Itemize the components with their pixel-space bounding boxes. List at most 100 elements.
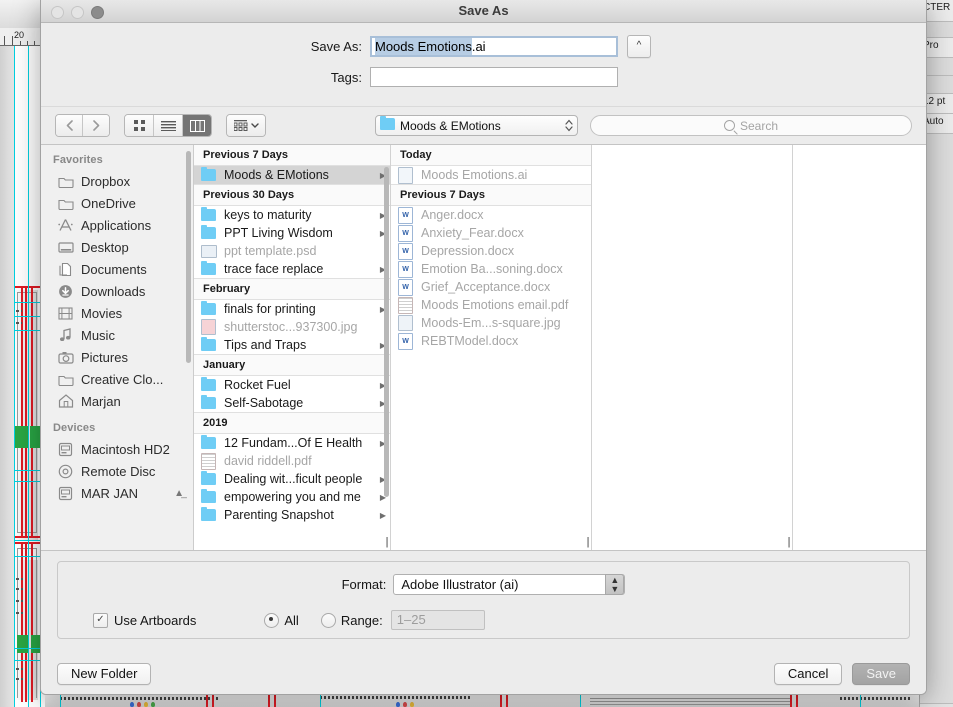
sidebar-item-music[interactable]: Music	[41, 324, 193, 346]
list-item[interactable]: 12 Fundam...Of E Health ▶	[194, 434, 390, 452]
sidebar-item-desktop[interactable]: Desktop	[41, 236, 193, 258]
sidebar-scrollbar[interactable]	[186, 151, 191, 363]
hard-drive-icon	[57, 485, 74, 501]
list-item[interactable]: W Depression.docx	[391, 242, 591, 260]
column-group-header: Previous 30 Days	[194, 184, 390, 206]
list-item[interactable]: W Anger.docx	[391, 206, 591, 224]
sidebar-item-movies[interactable]: Movies	[41, 302, 193, 324]
eject-icon[interactable]: ▲̲	[174, 488, 184, 499]
list-item[interactable]: W REBTModel.docx	[391, 332, 591, 350]
arrange-items-icon	[233, 120, 247, 131]
list-item[interactable]: ppt template.psd	[194, 242, 390, 260]
use-artboards-checkbox[interactable]: ✓ Use Artboards	[93, 612, 196, 628]
sidebar-item-downloads[interactable]: Downloads	[41, 280, 193, 302]
column-resize-handle[interactable]: ||	[787, 536, 790, 548]
icon-view-icon	[133, 120, 145, 131]
chevron-down-icon	[250, 123, 259, 128]
sidebar-item-pictures[interactable]: Pictures	[41, 346, 193, 368]
item-name: Moods Emotions.ai	[421, 168, 528, 182]
artwork-text	[16, 600, 23, 602]
format-popup-button[interactable]: Adobe Illustrator (ai) ▲ ▼	[393, 574, 626, 595]
artwork-green-block	[14, 426, 28, 448]
tags-input[interactable]	[370, 67, 618, 87]
cancel-button[interactable]: Cancel	[773, 663, 843, 685]
sidebar-item-label: Music	[81, 327, 115, 343]
item-name: Moods-Em...s-square.jpg	[421, 316, 561, 330]
sidebar-item-mar-jan[interactable]: MAR JAN ▲̲	[41, 482, 193, 504]
icon-view-button[interactable]	[125, 115, 154, 136]
list-item[interactable]: Moods Emotions email.pdf	[391, 296, 591, 314]
list-item[interactable]: W Anxiety_Fear.docx	[391, 224, 591, 242]
sidebar-item-marjan[interactable]: Marjan	[41, 390, 193, 412]
item-name: keys to maturity	[224, 208, 312, 222]
list-item[interactable]: Moods Emotions.ai	[391, 166, 591, 184]
sidebar-item-remote-disc[interactable]: Remote Disc	[41, 460, 193, 482]
column-resize-handle[interactable]: ||	[586, 536, 589, 548]
list-item[interactable]: Dealing wit...ficult people ▶	[194, 470, 390, 488]
sidebar-item-creative-cloud[interactable]: Creative Clo...	[41, 368, 193, 390]
list-item[interactable]: W Emotion Ba...soning.docx	[391, 260, 591, 278]
folder-icon	[201, 336, 219, 351]
filename-input[interactable]: Moods Emotions .ai	[370, 36, 618, 57]
sidebar-item-label: Remote Disc	[81, 463, 156, 479]
forward-button[interactable]	[83, 115, 109, 136]
save-as-dialog: Save As Save As: Moods Emotions .ai ^ Tag…	[40, 0, 927, 695]
pictures-icon	[57, 349, 74, 365]
range-radio[interactable]: Range:	[320, 612, 383, 628]
column-group-header: Today	[391, 145, 591, 166]
column-resize-handle[interactable]: ||	[385, 536, 388, 548]
list-item[interactable]: david riddell.pdf	[194, 452, 390, 470]
item-name: empowering you and me	[224, 490, 361, 504]
list-item[interactable]: Rocket Fuel ▶	[194, 376, 390, 394]
pdf-file-icon	[201, 452, 219, 470]
folder-icon	[380, 115, 395, 133]
sidebar-item-macintosh-hd2[interactable]: Macintosh HD2	[41, 438, 193, 460]
sidebar-item-documents[interactable]: Documents	[41, 258, 193, 280]
list-item[interactable]: finals for printing ▶	[194, 300, 390, 318]
folder-icon	[201, 206, 219, 221]
list-item[interactable]: trace face replace ▶	[194, 260, 390, 278]
list-item[interactable]: Self-Sabotage ▶	[194, 394, 390, 412]
list-view-button[interactable]	[154, 115, 183, 136]
artwork-text	[16, 310, 22, 312]
list-item[interactable]: Tips and Traps ▶	[194, 336, 390, 354]
sidebar-item-label: Downloads	[81, 283, 146, 299]
arrange-button[interactable]	[227, 115, 265, 136]
save-button[interactable]: Save	[852, 663, 910, 685]
sidebar-item-label: Macintosh HD2	[81, 441, 170, 457]
chevron-right-icon	[92, 120, 99, 131]
range-input[interactable]: 1–25	[390, 610, 485, 630]
disclosure-triangle-button[interactable]: ^	[627, 35, 651, 58]
list-item[interactable]: shutterstoc...937300.jpg	[194, 318, 390, 336]
navigation-buttons	[55, 114, 110, 137]
back-button[interactable]	[56, 115, 83, 136]
path-popup-button[interactable]: Moods & EMotions	[375, 115, 578, 136]
search-field[interactable]: Search	[590, 115, 912, 136]
sidebar-item-applications[interactable]: Applications	[41, 214, 193, 236]
all-radio[interactable]: All	[264, 612, 299, 628]
column-view-button[interactable]	[183, 115, 211, 136]
list-item[interactable]: PPT Living Wisdom ▶	[194, 224, 390, 242]
sidebar-item-label: Marjan	[81, 393, 121, 409]
zoom-button[interactable]	[91, 6, 104, 19]
list-item[interactable]: Parenting Snapshot ▶	[194, 506, 390, 524]
dialog-footer: New Folder Cancel Save	[41, 649, 926, 694]
radio-indicator	[264, 612, 280, 628]
list-item[interactable]: empowering you and me ▶	[194, 488, 390, 506]
column-scrollbar[interactable]	[384, 167, 389, 497]
guide-line	[28, 46, 29, 707]
artwork-dot	[137, 702, 141, 707]
close-button[interactable]	[51, 6, 64, 19]
list-item[interactable]: Moods & EMotions ▶	[194, 166, 390, 184]
sidebar-item-onedrive[interactable]: OneDrive	[41, 192, 193, 214]
sidebar-item-dropbox[interactable]: Dropbox	[41, 170, 193, 192]
view-mode-buttons	[124, 114, 212, 137]
artwork-dotted-text	[320, 696, 470, 699]
word-file-icon: W	[398, 224, 416, 242]
new-folder-button[interactable]: New Folder	[57, 663, 152, 685]
list-item[interactable]: keys to maturity ▶	[194, 206, 390, 224]
minimize-button[interactable]	[71, 6, 84, 19]
list-item[interactable]: Moods-Em...s-square.jpg	[391, 314, 591, 332]
list-item[interactable]: W Grief_Acceptance.docx	[391, 278, 591, 296]
tags-row: Tags:	[41, 67, 926, 87]
